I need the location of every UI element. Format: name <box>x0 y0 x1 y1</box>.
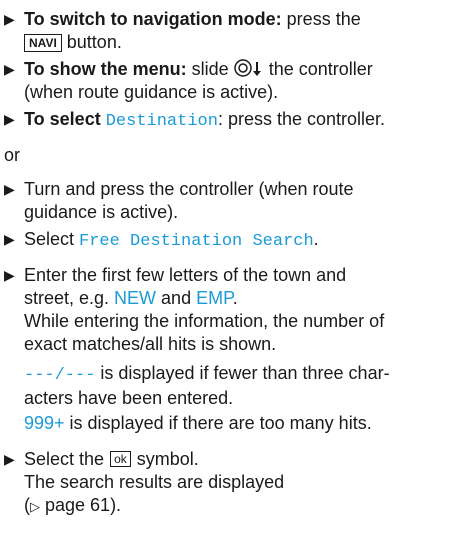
step-switch-navigation: ▶ To switch to navigation mode: press th… <box>4 9 361 52</box>
bullet-arrow-icon: ▶ <box>4 231 15 247</box>
bullet-arrow-icon: ▶ <box>4 111 15 127</box>
bullet-arrow-icon: ▶ <box>4 267 15 283</box>
bullet-arrow-icon: ▶ <box>4 61 15 77</box>
controller-slide-down-icon <box>233 59 261 77</box>
bullet-arrow-icon: ▶ <box>4 181 15 197</box>
ok-symbol-icon: ok <box>110 451 131 467</box>
page-reference-link[interactable]: page 61). <box>40 495 121 515</box>
step-label: To select <box>24 109 101 129</box>
page-reference-icon: ▷ <box>30 499 40 514</box>
navi-key-symbol: NAVI <box>24 34 62 52</box>
example-term-emp: EMP <box>196 288 233 308</box>
destination-menu-term: Destination <box>105 112 218 131</box>
step-label: To switch to navigation mode: <box>24 9 282 29</box>
bullet-arrow-icon: ▶ <box>4 451 15 467</box>
manual-page: { "arrow_icon": "▶", "step1": {"bold": "… <box>0 0 462 540</box>
note-fewer-characters: ---/--- is displayed if fewer than three… <box>24 363 390 408</box>
step-select-ok: ▶ Select the ok symbol. The search results… <box>4 449 285 515</box>
max-hits-code: 999+ <box>24 413 65 433</box>
step-show-menu: ▶ To show the menu: slide the controller… <box>4 59 373 102</box>
step-label: To show the menu: <box>24 59 187 79</box>
step-select-destination: ▶ To select Destination: press the contr… <box>4 109 386 131</box>
example-term-new: NEW <box>114 288 157 308</box>
placeholder-code: ---/--- <box>24 366 96 385</box>
step-free-search: ▶ Select Free Destination Search. <box>4 229 319 251</box>
bullet-arrow-icon: ▶ <box>4 11 15 27</box>
step-enter-letters: ▶ Enter the first few letters of the tow… <box>4 265 385 354</box>
step-turn-press: ▶ Turn and press the controller (when ro… <box>4 179 354 222</box>
or-separator: or <box>4 145 21 165</box>
free-destination-search-term: Free Destination Search <box>79 232 314 251</box>
note-too-many-hits: 999+ is displayed if there are too many … <box>24 413 372 433</box>
